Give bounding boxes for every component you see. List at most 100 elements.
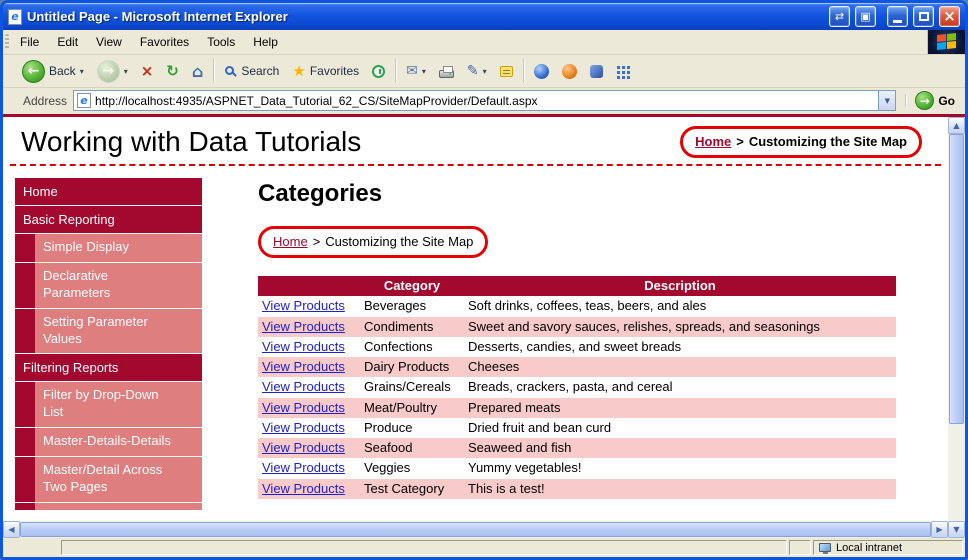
msn-button[interactable] (556, 60, 583, 83)
breadcrumb-current: Customizing the Site Map (325, 234, 474, 249)
breadcrumb-home-link[interactable]: Home (273, 234, 308, 249)
vertical-scrollbar[interactable]: ▲ ▼ (948, 117, 965, 538)
breadcrumb-home-link[interactable]: Home (695, 134, 731, 149)
sidebar-item-clipped[interactable] (15, 502, 202, 510)
scroll-up-button[interactable]: ▲ (948, 117, 965, 134)
minimize-icon (893, 20, 902, 23)
ie-favicon-icon: e (8, 8, 22, 25)
sidebar-item-filter-by-dropdown-list[interactable]: Filter by Drop-Down List (15, 382, 202, 428)
page-favicon-icon: e (77, 93, 92, 108)
sidebar-item-master-details-details[interactable]: Master-Details-Details (15, 428, 202, 457)
table-row: View Products Confections Desserts, cand… (258, 337, 896, 357)
arrow-down-icon: ▼ (953, 524, 960, 534)
discuss-button[interactable] (494, 62, 519, 81)
maximize-button[interactable] (913, 6, 934, 27)
ie-e-glyph: e (80, 94, 88, 107)
page-title: Working with Data Tutorials (21, 126, 362, 157)
view-products-link[interactable]: View Products (262, 440, 345, 455)
menu-view[interactable]: View (87, 30, 131, 54)
home-button[interactable]: ⌂ (186, 58, 209, 85)
sidebar-item-label: Home (23, 184, 58, 199)
table-row: View Products Meat/Poultry Prepared meat… (258, 397, 896, 418)
menu-favorites[interactable]: Favorites (131, 30, 198, 54)
sidebar-item-simple-display[interactable]: Simple Display (15, 234, 202, 262)
status-small-panel (789, 540, 811, 555)
content-heading: Categories (258, 180, 383, 207)
category-cell: Condiments (364, 318, 434, 334)
titlebar-window-button[interactable]: ▣ (855, 6, 876, 27)
stop-button[interactable]: × (135, 58, 160, 84)
go-button[interactable]: → Go (915, 91, 959, 110)
print-button[interactable] (433, 61, 460, 82)
top-breadcrumb: Home > Customizing the Site Map (695, 134, 907, 149)
description-cell: Seaweed and fish (468, 440, 572, 455)
address-url: http://localhost:4935/ASPNET_Data_Tutori… (95, 93, 538, 108)
sidebar-item-label: Simple Display (35, 234, 202, 262)
menu-help[interactable]: Help (244, 30, 287, 54)
sidebar-item-home[interactable]: Home (15, 178, 202, 205)
forward-button[interactable]: → ▾ (91, 56, 134, 87)
main-content: Categories Home > Customizing the Site Map (258, 178, 948, 499)
sidebar-item-declarative-parameters[interactable]: Declarative Parameters (15, 262, 202, 308)
home-icon: ⌂ (191, 61, 204, 81)
sidebar-item-setting-parameter-values[interactable]: Setting Parameter Values (15, 308, 202, 354)
go-arrow-icon: → (919, 93, 930, 108)
sidebar-nav: Home Basic Reporting Simple Display Decl… (15, 178, 202, 510)
combo-down-icon: ▼ (884, 96, 891, 105)
scroll-down-button[interactable]: ▼ (948, 521, 965, 538)
titlebar-arrows-button[interactable]: ⇄ (829, 6, 850, 27)
view-products-link[interactable]: View Products (262, 420, 345, 435)
status-zone-label: Local intranet (836, 541, 903, 554)
status-main-panel (61, 540, 787, 555)
back-button[interactable]: ← Back ▾ (16, 56, 90, 87)
description-cell: Cheeses (468, 359, 520, 374)
horizontal-scrollbar[interactable]: ◀ ▶ (3, 521, 948, 538)
search-button[interactable]: Search (218, 60, 285, 82)
history-button[interactable] (366, 61, 391, 82)
view-products-link[interactable]: View Products (262, 400, 345, 415)
menubar-gripper[interactable] (5, 34, 9, 50)
browser-body: Working with Data Tutorials Home > Customi… (3, 117, 965, 538)
address-input[interactable]: e http://localhost:4935/ASPNET_Data_Tuto… (73, 90, 897, 111)
maximize-icon (918, 12, 929, 21)
toolbar-separator (522, 59, 524, 83)
view-products-link[interactable]: View Products (262, 460, 345, 475)
refresh-button[interactable]: ↻ (160, 58, 185, 84)
view-products-link[interactable]: View Products (262, 481, 345, 496)
menu-edit[interactable]: Edit (48, 30, 87, 54)
vertical-scroll-thumb[interactable] (949, 134, 964, 424)
view-products-link[interactable]: View Products (262, 379, 345, 394)
mail-button[interactable]: ✉ ▾ (400, 59, 432, 83)
chevron-down-icon: ▾ (79, 66, 84, 76)
table-row: View Products Produce Dried fruit and be… (258, 418, 896, 438)
close-button[interactable]: × (939, 6, 960, 27)
toolbar: ← Back ▾ → ▾ × ↻ ⌂ Search ★ Favorites ✉ … (3, 55, 965, 88)
view-products-link[interactable]: View Products (262, 339, 345, 354)
view-products-link[interactable]: View Products (262, 359, 345, 374)
menu-tools[interactable]: Tools (198, 30, 244, 54)
minimize-button[interactable] (887, 6, 908, 27)
menu-file[interactable]: File (11, 30, 48, 54)
edit-button[interactable]: ✎ ▾ (461, 59, 493, 83)
sidebar-item-basic-reporting[interactable]: Basic Reporting (15, 206, 202, 233)
arrow-up-icon: ▲ (953, 120, 960, 130)
content-breadcrumb: Home > Customizing the Site Map (273, 234, 473, 249)
scroll-left-button[interactable]: ◀ (3, 521, 20, 538)
back-arrow-icon: ← (27, 63, 40, 79)
scroll-right-button[interactable]: ▶ (931, 521, 948, 538)
messenger-button[interactable] (528, 60, 555, 83)
statusbar: Local intranet (3, 538, 965, 557)
description-cell: This is a test! (468, 480, 545, 496)
view-products-link[interactable]: View Products (262, 298, 345, 313)
sidebar-item-master-detail-across-two-pages[interactable]: Master/Detail Across Two Pages (15, 457, 202, 502)
favorites-button[interactable]: ★ Favorites (286, 58, 365, 84)
research-button[interactable] (584, 61, 609, 82)
description-cell: Sweet and savory sauces, relishes, sprea… (468, 318, 820, 334)
view-products-link[interactable]: View Products (262, 319, 345, 334)
quick-launch-button[interactable] (610, 61, 635, 82)
sidebar-item-filtering-reports[interactable]: Filtering Reports (15, 354, 202, 382)
chevron-down-icon: ▾ (123, 66, 128, 76)
address-dropdown-button[interactable]: ▼ (878, 91, 896, 110)
horizontal-scroll-thumb[interactable] (20, 522, 931, 537)
category-cell: Seafood (364, 440, 413, 455)
